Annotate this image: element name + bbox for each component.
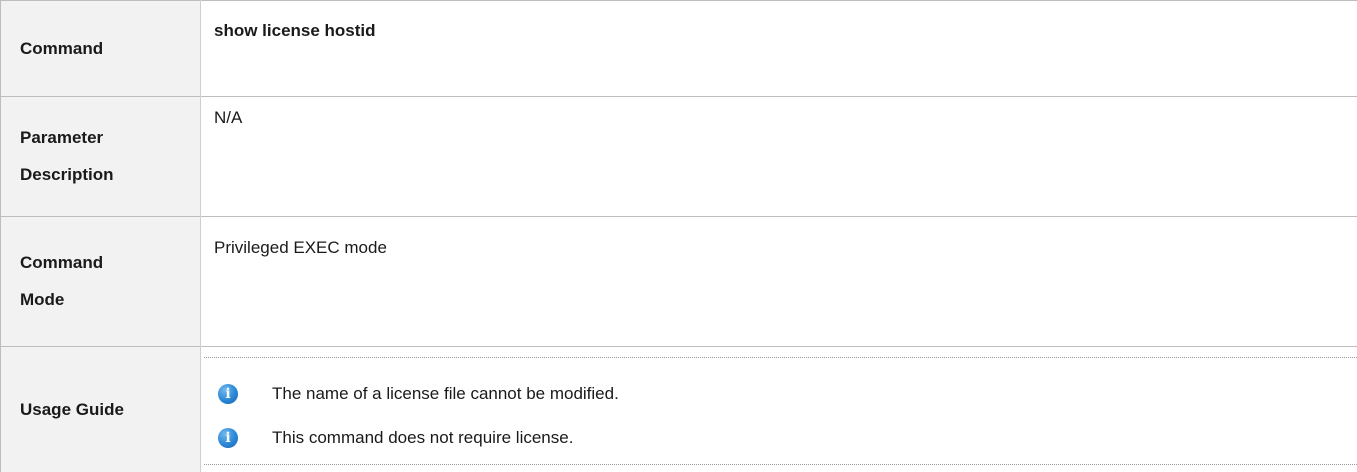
usage-guide-label-cell: Usage Guide xyxy=(0,346,200,472)
command-label: Command xyxy=(20,38,104,58)
command-label-cell: Command xyxy=(0,0,200,96)
command-mode-label-line-1: Command xyxy=(20,253,104,272)
command-row: Command show license hostid xyxy=(0,0,1357,96)
command-mode-text: Privileged EXEC mode xyxy=(214,238,387,257)
command-mode-label-line-2: Mode xyxy=(20,290,65,309)
info-icon: i xyxy=(218,384,238,404)
parameter-label-line-1: Parameter xyxy=(20,128,104,147)
parameter-description-text: N/A xyxy=(214,108,243,127)
table-border-left xyxy=(0,0,1,472)
row-divider xyxy=(0,216,1357,217)
usage-note-text: This command does not require license. xyxy=(272,428,574,447)
usage-note: i The name of a license file cannot be m… xyxy=(218,384,619,404)
command-content-cell: show license hostid xyxy=(200,0,1357,96)
command-mode-content-cell: Privileged EXEC mode xyxy=(200,216,1357,346)
usage-note: i This command does not require license. xyxy=(218,428,573,448)
row-divider xyxy=(0,346,1357,347)
column-divider xyxy=(200,0,201,472)
command-reference-table: Command show license hostid Parameter De… xyxy=(0,0,1357,472)
usage-guide-label: Usage Guide xyxy=(20,399,124,419)
command-mode-row: Command Mode Privileged EXEC mode xyxy=(0,216,1357,346)
table-border-top xyxy=(0,0,1357,1)
parameter-description-label-cell: Parameter Description xyxy=(0,96,200,216)
info-icon: i xyxy=(218,428,238,448)
parameter-description-content-cell: N/A xyxy=(200,96,1357,216)
usage-notes: i The name of a license file cannot be m… xyxy=(204,357,1357,465)
command-mode-label-cell: Command Mode xyxy=(0,216,200,346)
parameter-label-line-2: Description xyxy=(20,165,114,184)
usage-note-text: The name of a license file cannot be mod… xyxy=(272,384,619,403)
parameter-description-row: Parameter Description N/A xyxy=(0,96,1357,216)
row-divider xyxy=(0,96,1357,97)
command-syntax: show license hostid xyxy=(214,21,376,40)
usage-guide-row: Usage Guide i The name of a license file… xyxy=(0,346,1357,472)
